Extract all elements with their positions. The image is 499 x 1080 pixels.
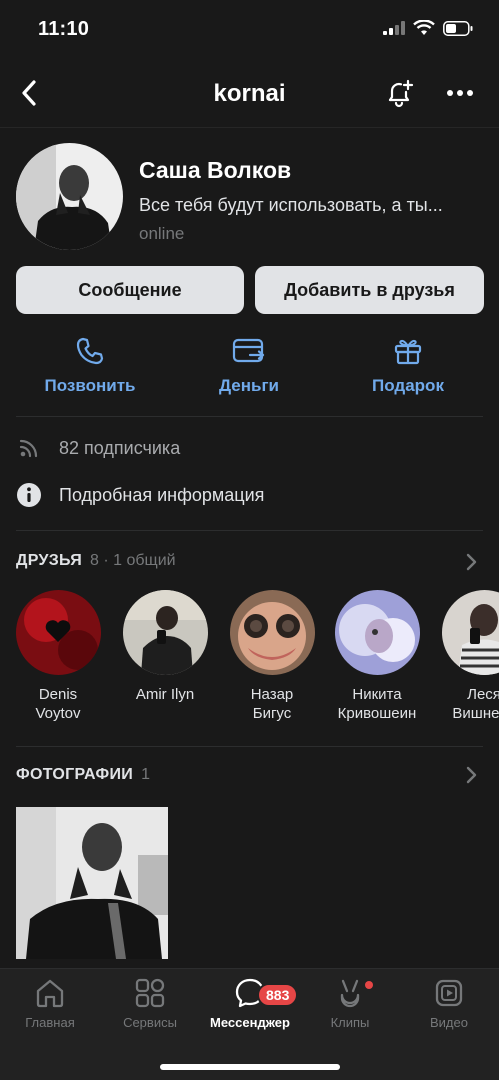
- home-icon: [36, 979, 64, 1008]
- chevron-right-icon[interactable]: [463, 552, 479, 572]
- rss-icon: [19, 439, 38, 458]
- tab-label: Видео: [430, 1015, 468, 1030]
- clips-icon: [340, 979, 360, 1008]
- photo-thumbnail[interactable]: [16, 807, 168, 959]
- gift-action[interactable]: Подарок: [333, 336, 483, 396]
- chevron-right-icon[interactable]: [463, 765, 479, 785]
- friend-item[interactable]: Amir Ilyn: [115, 590, 215, 704]
- friend-name: Леся Вишнева: [452, 686, 499, 722]
- friend-name: Amir Ilyn: [135, 686, 195, 703]
- friend-name: Denis Voytov: [35, 686, 81, 722]
- phone-icon: [76, 337, 104, 365]
- profile-status: Все тебя будут использовать, а ты...: [139, 195, 443, 215]
- friends-list: Denis Voytov Amir Ilyn Назар Бигус Никит…: [0, 590, 499, 730]
- friend-avatar: [122, 590, 208, 675]
- gift-label: Подарок: [372, 376, 444, 395]
- video-icon: [435, 979, 463, 1007]
- bell-plus-icon: [388, 79, 414, 108]
- photos-title: ФОТОГРАФИИ: [16, 766, 134, 783]
- money-label: Деньги: [218, 376, 280, 395]
- services-icon: [135, 978, 165, 1008]
- money-icon: [232, 338, 265, 363]
- gift-icon: [394, 339, 422, 365]
- friend-avatar: [15, 590, 101, 675]
- more-button[interactable]: [443, 76, 477, 110]
- photos-header[interactable]: ФОТОГРАФИИ 1: [16, 766, 150, 784]
- new-indicator: [365, 981, 373, 989]
- tab-services[interactable]: Сервисы: [105, 977, 195, 1030]
- friend-item[interactable]: Леся Вишнева: [434, 590, 499, 723]
- tab-label: Сервисы: [123, 1015, 177, 1030]
- followers-row[interactable]: 82 подписчика: [16, 435, 180, 461]
- status-time: 11:10: [38, 18, 90, 40]
- friend-name: Никита Кривошеин: [337, 686, 417, 722]
- friends-count: 8 · 1 общий: [90, 552, 176, 569]
- details-row[interactable]: Подробная информация: [16, 482, 264, 508]
- divider: [16, 530, 483, 531]
- notifications-button[interactable]: [381, 76, 417, 112]
- add-friend-button[interactable]: Добавить в друзья: [255, 266, 484, 314]
- friend-avatar: [334, 590, 420, 675]
- friend-avatar: [229, 590, 315, 675]
- profile-avatar[interactable]: [16, 143, 123, 250]
- home-indicator[interactable]: [160, 1064, 340, 1070]
- more-horizontal-icon: [447, 90, 473, 96]
- wifi-icon: [413, 20, 435, 35]
- status-bar: 11:10: [0, 0, 499, 62]
- tab-video[interactable]: Видео: [404, 977, 494, 1030]
- nav-bar: kornai: [0, 62, 499, 128]
- tab-label: Мессенджер: [210, 1015, 290, 1030]
- profile-name: Саша Волков: [139, 157, 292, 183]
- tab-messenger[interactable]: 883 Мессенджер: [205, 977, 299, 1030]
- divider: [16, 416, 483, 417]
- divider: [16, 746, 483, 747]
- followers-count: 82 подписчика: [59, 437, 181, 458]
- friend-item[interactable]: Назар Бигус: [222, 590, 322, 723]
- details-label: Подробная информация: [59, 484, 265, 505]
- unread-badge: 883: [257, 983, 299, 1007]
- status-icons: [383, 20, 473, 36]
- tab-label: Клипы: [330, 1015, 370, 1030]
- online-status: online: [139, 224, 185, 243]
- page-title: kornai: [213, 80, 286, 107]
- friend-item[interactable]: Denis Voytov: [8, 590, 108, 723]
- friend-avatar: [441, 590, 499, 675]
- friends-title: ДРУЗЬЯ: [16, 552, 83, 569]
- money-action[interactable]: Деньги: [174, 336, 324, 396]
- info-icon: [17, 483, 41, 507]
- photos-count: 1: [141, 766, 150, 783]
- tab-clips[interactable]: Клипы: [305, 977, 395, 1030]
- signal-icon: [383, 21, 405, 35]
- tab-home[interactable]: Главная: [5, 977, 95, 1030]
- friend-name: Назар Бигус: [250, 686, 294, 722]
- friends-header[interactable]: ДРУЗЬЯ 8 · 1 общий: [16, 552, 176, 570]
- call-action[interactable]: Позвонить: [15, 336, 165, 396]
- message-button[interactable]: Сообщение: [16, 266, 244, 314]
- call-label: Позвонить: [44, 376, 136, 395]
- friend-item[interactable]: Никита Кривошеин: [327, 590, 427, 723]
- battery-icon: [443, 20, 473, 36]
- tab-label: Главная: [25, 1015, 75, 1030]
